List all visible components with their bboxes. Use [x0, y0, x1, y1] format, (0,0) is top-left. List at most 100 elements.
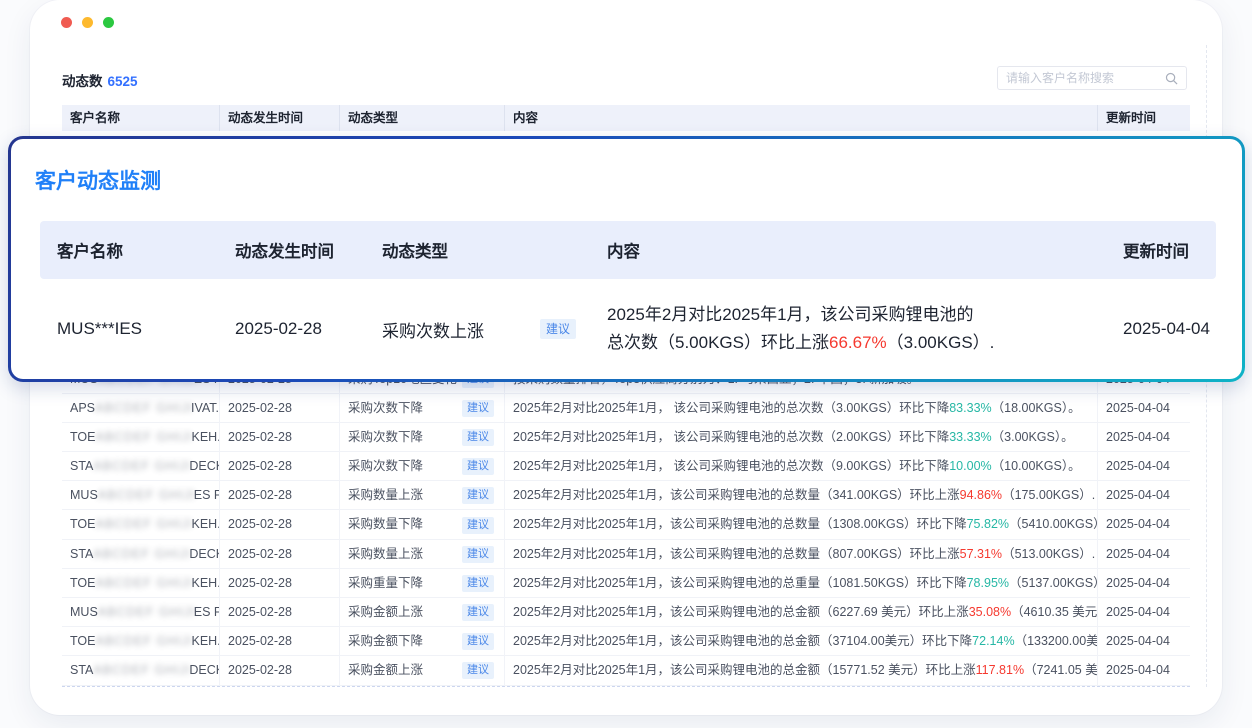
content-cell: 2025年2月对比2025年1月，该公司采购锂电池的总重量（1081.50KGS… — [505, 569, 1098, 598]
content-cell: 2025年2月对比2025年1月， 该公司采购锂电池的总次数（3.00KGS）环… — [505, 394, 1098, 423]
table-row[interactable]: TOEABCDEF GHIJKLKEH... 2025-02-28 采购数量下降… — [62, 510, 1190, 539]
overlay-customer-name: MUS***IES — [40, 319, 218, 339]
overlay-col-customer: 客户名称 — [40, 238, 218, 262]
occur-date: 2025-02-28 — [220, 627, 340, 656]
suggestion-badge: 建议 — [540, 319, 576, 339]
suggestion-badge: 建议 — [462, 429, 494, 446]
update-date: 2025-04-04 — [1098, 394, 1190, 423]
type-label: 采购金额上涨 — [348, 656, 423, 685]
trend-percent: 33.33% — [949, 430, 991, 444]
overlay-content-line1: 2025年2月对比2025年1月，该公司采购锂电池的 — [607, 305, 974, 324]
zoom-window-icon[interactable] — [103, 17, 114, 28]
update-date: 2025-04-04 — [1098, 627, 1190, 656]
customer-name-link[interactable]: TOEABCDEF GHIJKLKEH... — [62, 569, 220, 598]
dynamics-count-value: 6525 — [108, 74, 138, 89]
update-date: 2025-04-04 — [1098, 452, 1190, 481]
overlay-type-label: 采购次数上涨 — [382, 317, 484, 342]
search-input[interactable] — [1006, 71, 1165, 85]
occur-date: 2025-02-28 — [220, 394, 340, 423]
update-date: 2025-04-04 — [1098, 510, 1190, 539]
type-label: 采购数量上涨 — [348, 540, 423, 569]
type-label: 采购重量下降 — [348, 569, 423, 598]
table-bottom-divider — [62, 686, 1190, 687]
overlay-content-line2-post: （3.00KGS）. — [887, 333, 995, 352]
occur-date: 2025-02-28 — [220, 540, 340, 569]
type-label: 采购金额下降 — [348, 627, 423, 656]
type-label: 采购金额上涨 — [348, 598, 423, 627]
table-row[interactable]: TOEABCDEF GHIJKLKEH... 2025-02-28 采购金额下降… — [62, 627, 1190, 656]
content-cell: 2025年2月对比2025年1月，该公司采购锂电池的总数量（807.00KGS）… — [505, 540, 1098, 569]
type-cell: 采购金额上涨 建议 — [340, 656, 505, 685]
overlay-data-row[interactable]: MUS***IES 2025-02-28 采购次数上涨 建议 2025年2月对比… — [40, 279, 1216, 379]
occur-date: 2025-02-28 — [220, 656, 340, 685]
overlay-col-content: 内容 — [590, 238, 1106, 262]
update-date: 2025-04-04 — [1098, 540, 1190, 569]
occur-date: 2025-02-28 — [220, 510, 340, 539]
trend-percent: 94.86% — [960, 488, 1002, 502]
overlay-col-update-time: 更新时间 — [1106, 238, 1216, 262]
window-controls — [61, 17, 114, 28]
customer-name-link[interactable]: TOEABCDEF GHIJKLKEH... — [62, 627, 220, 656]
update-date: 2025-04-04 — [1098, 569, 1190, 598]
customer-name-link[interactable]: MUSABCDEF GHIJKLES P... — [62, 481, 220, 510]
overlay-trend-percent: 66.67% — [829, 333, 887, 352]
update-date: 2025-04-04 — [1098, 598, 1190, 627]
overlay-col-type: 动态类型 — [365, 238, 590, 262]
dynamics-count: 动态数6525 — [62, 70, 138, 90]
content-cell: 2025年2月对比2025年1月，该公司采购锂电池的总金额（6227.69 美元… — [505, 598, 1098, 627]
table-row[interactable]: TOEABCDEF GHIJKLKEH... 2025-02-28 采购次数下降… — [62, 423, 1190, 452]
type-label: 采购次数下降 — [348, 394, 423, 423]
suggestion-badge: 建议 — [462, 458, 494, 475]
close-window-icon[interactable] — [61, 17, 72, 28]
customer-name-link[interactable]: APSABCDEF GHIJKLIVAT... — [62, 394, 220, 423]
table-row[interactable]: APSABCDEF GHIJKLIVAT... 2025-02-28 采购次数下… — [62, 394, 1190, 423]
suggestion-badge: 建议 — [462, 487, 494, 504]
table-row[interactable]: MUSABCDEF GHIJKLES P... 2025-02-28 采购数量上… — [62, 481, 1190, 510]
customer-name-link[interactable]: STAABCDEF GHIJKLDECK... — [62, 656, 220, 685]
trend-percent: 78.95% — [967, 576, 1009, 590]
occur-date: 2025-02-28 — [220, 569, 340, 598]
overlay-occur-date: 2025-02-28 — [218, 319, 365, 339]
minimize-window-icon[interactable] — [82, 17, 93, 28]
type-cell: 采购次数下降 建议 — [340, 423, 505, 452]
privacy-blur: ABCDEF GHIJKL — [95, 627, 191, 656]
customer-name-link[interactable]: MUSABCDEF GHIJKLES P... — [62, 598, 220, 627]
privacy-blur: ABCDEF GHIJKL — [95, 394, 191, 423]
col-header-content: 内容 — [505, 105, 1098, 131]
privacy-blur: ABCDEF GHIJKL — [98, 481, 194, 510]
type-cell: 采购数量上涨 建议 — [340, 481, 505, 510]
privacy-blur: ABCDEF GHIJKL — [93, 540, 189, 569]
suggestion-badge: 建议 — [462, 546, 494, 563]
overlay-card-body: 客户动态监测 客户名称 动态发生时间 动态类型 内容 更新时间 MUS***IE… — [11, 139, 1242, 379]
customer-name-link[interactable]: TOEABCDEF GHIJKLKEH... — [62, 510, 220, 539]
type-cell: 采购金额上涨 建议 — [340, 598, 505, 627]
trend-percent: 83.33% — [949, 401, 991, 415]
content-cell: 2025年2月对比2025年1月，该公司采购锂电池的总数量（341.00KGS）… — [505, 481, 1098, 510]
trend-percent: 57.31% — [960, 547, 1002, 561]
occur-date: 2025-02-28 — [220, 452, 340, 481]
customer-name-link[interactable]: STAABCDEF GHIJKLDECK... — [62, 540, 220, 569]
content-cell: 2025年2月对比2025年1月， 该公司采购锂电池的总次数（2.00KGS）环… — [505, 423, 1098, 452]
customer-name-link[interactable]: STAABCDEF GHIJKLDECK... — [62, 452, 220, 481]
search-icon[interactable] — [1165, 72, 1178, 85]
occur-date: 2025-02-28 — [220, 598, 340, 627]
content-cell: 2025年2月对比2025年1月，该公司采购锂电池的总数量（1308.00KGS… — [505, 510, 1098, 539]
table-row[interactable]: TOEABCDEF GHIJKLKEH... 2025-02-28 采购重量下降… — [62, 569, 1190, 598]
type-label: 采购数量上涨 — [348, 481, 423, 510]
suggestion-badge: 建议 — [462, 517, 494, 534]
customer-name-link[interactable]: TOEABCDEF GHIJKLKEH... — [62, 423, 220, 452]
table-row[interactable]: MUSABCDEF GHIJKLES P... 2025-02-28 采购金额上… — [62, 598, 1190, 627]
suggestion-badge: 建议 — [462, 662, 494, 679]
table-row[interactable]: STAABCDEF GHIJKLDECK... 2025-02-28 采购数量上… — [62, 540, 1190, 569]
trend-percent: 117.81% — [976, 663, 1024, 677]
trend-percent: 72.14% — [972, 634, 1014, 648]
overlay-content: 2025年2月对比2025年1月，该公司采购锂电池的 总次数（5.00KGS）环… — [590, 301, 1106, 357]
privacy-blur: ABCDEF GHIJKL — [95, 569, 191, 598]
type-cell: 采购次数下降 建议 — [340, 394, 505, 423]
customer-search — [997, 66, 1187, 90]
table-row[interactable]: STAABCDEF GHIJKLDECK... 2025-02-28 采购金额上… — [62, 656, 1190, 685]
trend-percent: 10.00% — [949, 459, 991, 473]
table-row[interactable]: STAABCDEF GHIJKLDECK... 2025-02-28 采购次数下… — [62, 452, 1190, 481]
suggestion-badge: 建议 — [462, 604, 494, 621]
suggestion-badge: 建议 — [462, 575, 494, 592]
